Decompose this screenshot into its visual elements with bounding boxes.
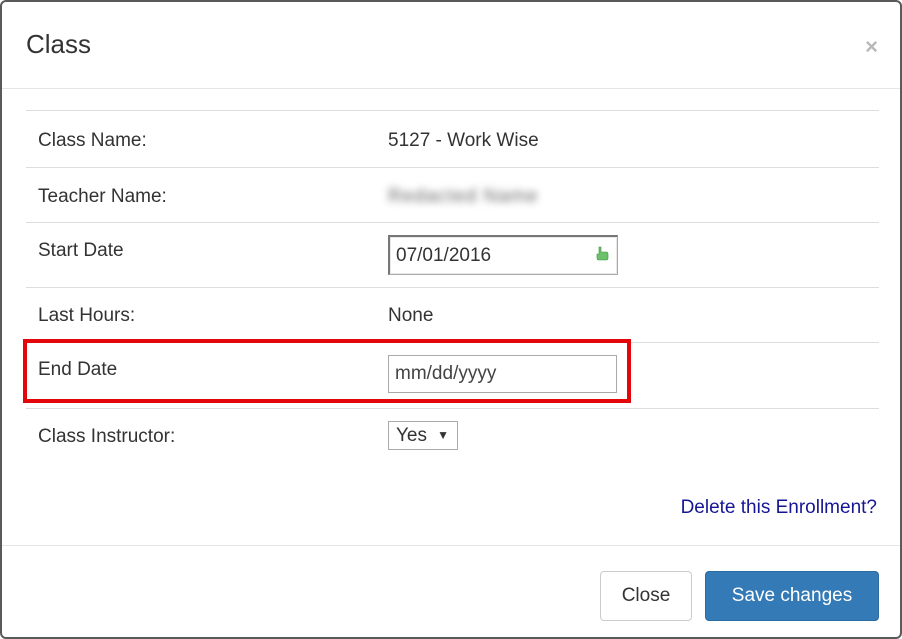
enrollment-form-table: Class Name: 5127 - Work Wise Teacher Nam…: [26, 110, 879, 471]
modal-title: Class: [26, 29, 92, 59]
class-modal: Class × Class Name: 5127 - Work Wise Tea…: [0, 0, 902, 639]
row-teacher-name: Teacher Name: Redacted Name: [26, 168, 879, 223]
teacher-name-value: Redacted Name: [388, 186, 539, 207]
last-hours-value: None: [388, 305, 434, 326]
close-icon[interactable]: ×: [865, 36, 878, 58]
class-instructor-selected: Yes: [396, 425, 427, 446]
close-button[interactable]: Close: [600, 571, 692, 621]
save-changes-button[interactable]: Save changes: [705, 571, 879, 621]
delete-enrollment-link[interactable]: Delete this Enrollment?: [681, 496, 877, 520]
end-date-input[interactable]: mm/dd/yyyy: [388, 355, 617, 393]
row-start-date: Start Date 07/01/2016: [26, 223, 879, 288]
row-end-date: End Date mm/dd/yyyy: [26, 343, 879, 409]
row-last-hours: Last Hours: None: [26, 288, 879, 343]
last-hours-label: Last Hours:: [38, 305, 136, 326]
pointing-hand-icon: [596, 246, 609, 261]
class-name-label: Class Name:: [38, 130, 147, 151]
start-date-value: 07/01/2016: [396, 245, 492, 266]
class-name-value: 5127 - Work Wise: [388, 130, 539, 151]
start-date-label: Start Date: [38, 240, 124, 261]
caret-down-icon: ▼: [437, 428, 449, 442]
start-date-input[interactable]: 07/01/2016: [388, 235, 618, 275]
row-class-name: Class Name: 5127 - Work Wise: [26, 111, 879, 168]
modal-footer: Close Save changes: [2, 545, 900, 637]
modal-header: Class ×: [2, 2, 900, 89]
end-date-placeholder: mm/dd/yyyy: [395, 363, 497, 384]
class-instructor-select[interactable]: Yes ▼: [388, 421, 458, 450]
teacher-name-label: Teacher Name:: [38, 186, 167, 207]
class-instructor-label: Class Instructor:: [38, 426, 176, 447]
row-class-instructor: Class Instructor: Yes ▼: [26, 409, 879, 471]
end-date-label: End Date: [38, 359, 118, 380]
